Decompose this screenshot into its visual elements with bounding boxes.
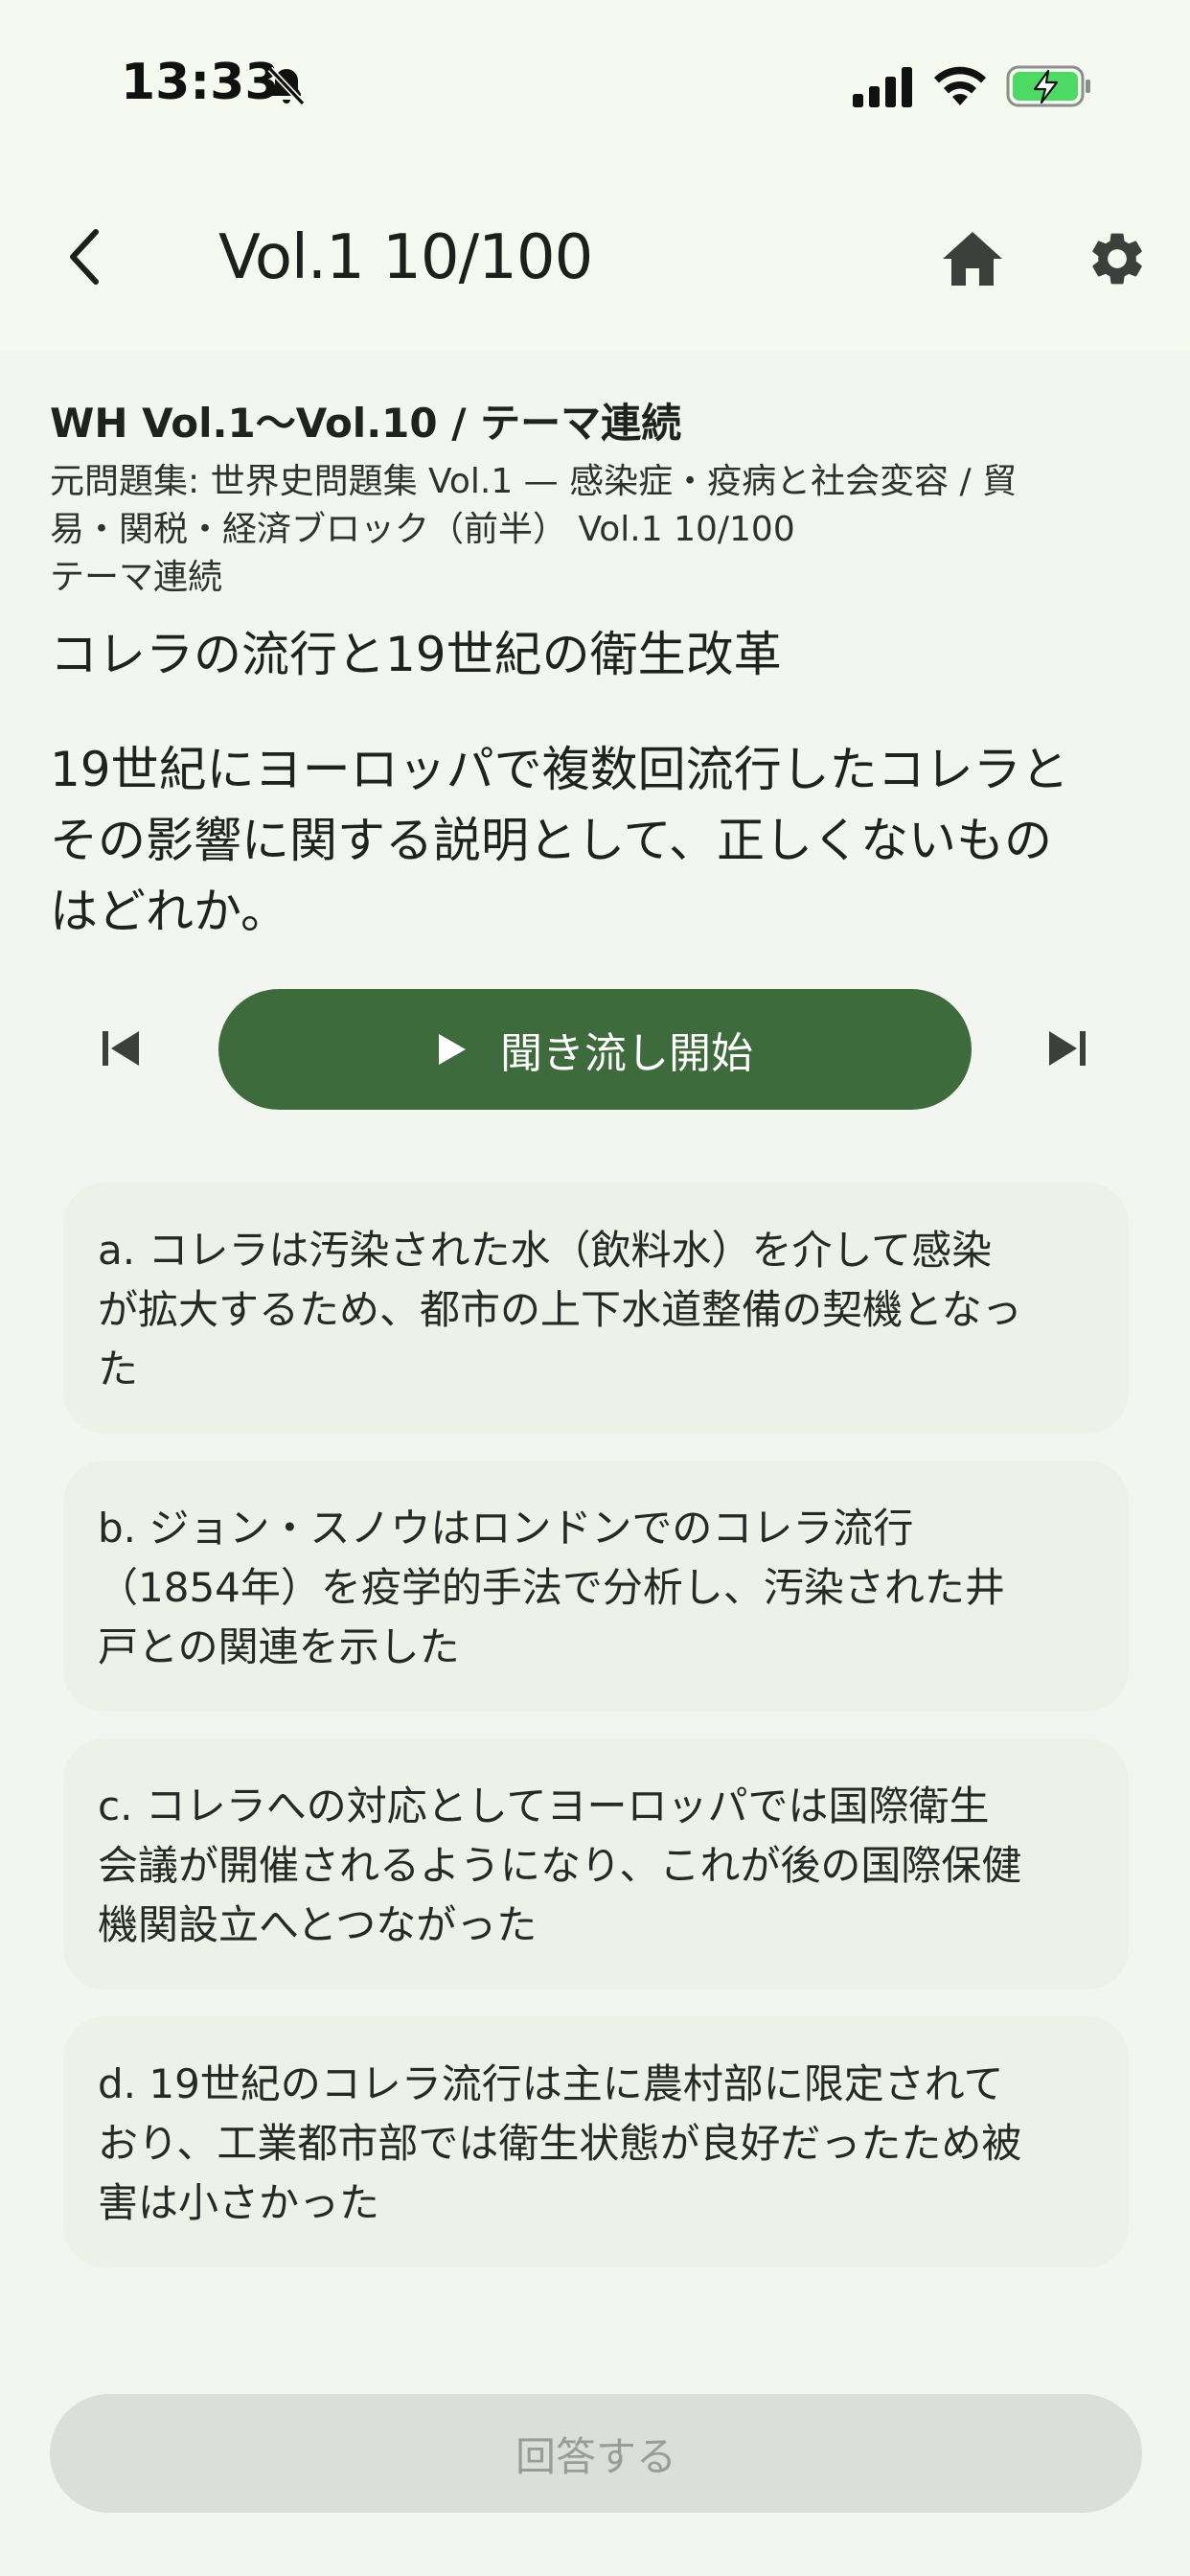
choice-b-line-1: b. ジョン・スノウはロンドンでのコレラ流行 bbox=[98, 1505, 914, 1552]
home-button[interactable] bbox=[934, 220, 1011, 297]
next-question-button[interactable] bbox=[1039, 1020, 1096, 1077]
question-content: WH Vol.1〜Vol.10 / テーマ連続 元問題集: 世界史問題集 Vol… bbox=[50, 395, 1142, 947]
settings-button[interactable] bbox=[1079, 220, 1156, 297]
mode-label: テーマ連続 bbox=[50, 558, 223, 597]
choice-b-line-2: （1854年）を疫学的手法で分析し、汚染された井 bbox=[98, 1564, 1005, 1611]
choice-b[interactable]: b. ジョン・スノウはロンドンでのコレラ流行 （1854年）を疫学的手法で分析し… bbox=[63, 1460, 1129, 1712]
question-line-3: はどれか。 bbox=[50, 884, 288, 939]
choice-d-line-3: 害は小さかった bbox=[98, 2179, 380, 2226]
status-time: 13:33 bbox=[121, 54, 280, 111]
audio-player-controls: 聞き流し開始 bbox=[0, 989, 1190, 1110]
skip-next-icon bbox=[1049, 1031, 1086, 1066]
bell-slash-icon bbox=[267, 66, 306, 106]
wifi-icon bbox=[934, 66, 986, 105]
question-heading: コレラの流行と19世紀の衛生改革 bbox=[50, 627, 782, 682]
question-line-1: 19世紀にヨーロッパで複数回流行したコレラと bbox=[50, 742, 1069, 797]
cellular-signal-icon bbox=[853, 67, 912, 107]
submit-answer-button[interactable]: 回答する bbox=[50, 2394, 1142, 2513]
choice-c-line-2: 会議が開催されるようになり、これが後の国際保健 bbox=[98, 1842, 1022, 1889]
battery-charging-icon bbox=[1006, 65, 1090, 107]
choice-a[interactable]: a. コレラは汚染された水（飲料水）を介して感染 が拡大するため、都市の上下水道… bbox=[63, 1183, 1129, 1434]
choice-a-line-2: が拡大するため、都市の上下水道整備の契機となっ bbox=[98, 1286, 1022, 1333]
choice-b-line-3: 戸との関連を示した bbox=[98, 1623, 460, 1670]
back-button[interactable] bbox=[48, 218, 125, 295]
home-icon bbox=[943, 232, 1002, 286]
gear-icon bbox=[1092, 233, 1142, 285]
choice-a-line-1: a. コレラは汚染された水（飲料水）を介して感染 bbox=[98, 1227, 993, 1274]
choice-d[interactable]: d. 19世紀のコレラ流行は主に農村部に限定されて おり、工業都市部では衛生状態… bbox=[63, 2016, 1129, 2267]
choice-c-line-3: 機関設立へとつながった bbox=[98, 1901, 538, 1948]
source-info: 元問題集: 世界史問題集 Vol.1 — 感染症・疫病と社会変容 / 貿 易・関… bbox=[50, 458, 1142, 554]
choice-c-line-1: c. コレラへの対応としてヨーロッパでは国際衛生 bbox=[98, 1782, 990, 1829]
skip-previous-icon bbox=[103, 1031, 139, 1066]
choice-d-line-2: おり、工業都市部では衛生状態が良好だったため被 bbox=[98, 2120, 1022, 2167]
status-bar: 13:33 bbox=[0, 0, 1190, 172]
choice-c[interactable]: c. コレラへの対応としてヨーロッパでは国際衛生 会議が開催されるようになり、こ… bbox=[63, 1738, 1129, 1990]
set-title: WH Vol.1〜Vol.10 / テーマ連続 bbox=[50, 400, 682, 447]
previous-question-button[interactable] bbox=[92, 1020, 149, 1077]
choice-d-line-1: d. 19世紀のコレラ流行は主に農村部に限定されて bbox=[98, 2060, 1004, 2107]
nav-bar: Vol.1 10/100 bbox=[0, 172, 1190, 351]
choice-a-line-3: た bbox=[98, 1346, 139, 1392]
source-line-2: 易・関税・経済ブロック（前半） Vol.1 10/100 bbox=[50, 510, 795, 549]
question-line-2: その影響に関する説明として、正しくないもの bbox=[50, 813, 1052, 868]
page-title: Vol.1 10/100 bbox=[218, 222, 593, 293]
answer-choices: a. コレラは汚染された水（飲料水）を介して感染 が拡大するため、都市の上下水道… bbox=[63, 1183, 1129, 2294]
source-line-1: 元問題集: 世界史問題集 Vol.1 — 感染症・疫病と社会変容 / 貿 bbox=[50, 462, 1018, 501]
play-icon bbox=[439, 1034, 466, 1065]
question-text: 19世紀にヨーロッパで複数回流行したコレラと その影響に関する説明として、正しく… bbox=[50, 734, 1142, 947]
start-listening-label: 聞き流し開始 bbox=[500, 1029, 753, 1078]
chevron-left-icon bbox=[70, 229, 99, 285]
start-listening-button[interactable]: 聞き流し開始 bbox=[218, 989, 972, 1110]
